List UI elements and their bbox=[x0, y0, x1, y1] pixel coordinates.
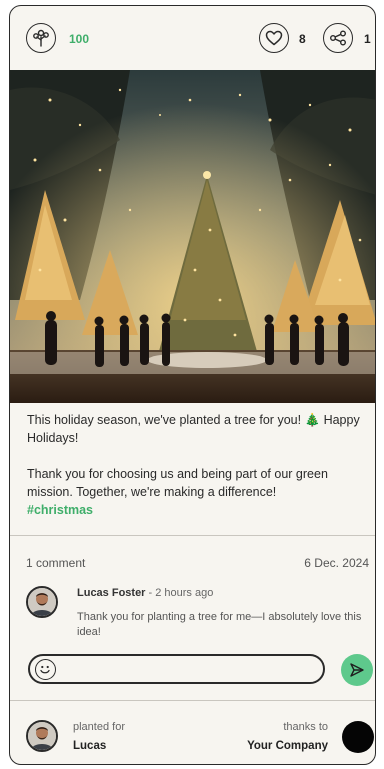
tree-badge-button[interactable] bbox=[26, 23, 56, 53]
hashtag-link[interactable]: #christmas bbox=[27, 501, 372, 519]
post-caption-line1: This holiday season, we've planted a tre… bbox=[27, 413, 360, 445]
comment-avatar[interactable] bbox=[26, 586, 58, 618]
heart-icon bbox=[265, 30, 283, 46]
share-button[interactable] bbox=[323, 23, 353, 53]
comment-input[interactable] bbox=[28, 654, 325, 684]
person-avatar-icon bbox=[28, 588, 56, 616]
divider bbox=[10, 700, 375, 701]
post-caption: This holiday season, we've planted a tre… bbox=[27, 411, 372, 519]
person-avatar-icon bbox=[28, 722, 56, 750]
share-icon bbox=[330, 30, 346, 46]
divider bbox=[10, 535, 375, 536]
post-image bbox=[10, 70, 375, 403]
emoji-button[interactable] bbox=[35, 659, 56, 680]
company-logo[interactable] bbox=[342, 721, 374, 753]
post-caption-line2: Thank you for choosing us and being part… bbox=[27, 467, 328, 499]
comment-time: - 2 hours ago bbox=[145, 587, 214, 599]
thanks-to-label: thanks to bbox=[283, 721, 328, 733]
comment-count[interactable]: 1 comment bbox=[26, 556, 85, 570]
comment-author: Lucas Foster - 2 hours ago bbox=[77, 587, 213, 599]
tree-count: 100 bbox=[69, 32, 90, 46]
thanks-to-name[interactable]: Your Company bbox=[247, 740, 328, 752]
smiley-icon bbox=[40, 665, 50, 674]
planted-for-name[interactable]: Lucas bbox=[73, 740, 106, 752]
comment-text: Thank you for planting a tree for me—I a… bbox=[77, 611, 362, 638]
send-icon bbox=[350, 663, 364, 677]
post-header: 100 8 1 bbox=[10, 6, 375, 70]
christmas-trees-photo bbox=[10, 70, 375, 403]
planted-for-label: planted for bbox=[73, 721, 125, 733]
send-button[interactable] bbox=[341, 654, 373, 686]
recipient-avatar[interactable] bbox=[26, 720, 58, 752]
comment-author-name[interactable]: Lucas Foster bbox=[77, 587, 145, 599]
like-count: 8 bbox=[299, 32, 306, 46]
post-date: 6 Dec. 2024 bbox=[304, 556, 369, 570]
post-card: 100 8 1 This holiday season, we've plant… bbox=[9, 5, 376, 765]
like-button[interactable] bbox=[259, 23, 289, 53]
tree-icon bbox=[33, 29, 49, 47]
share-count: 1 bbox=[364, 32, 371, 46]
